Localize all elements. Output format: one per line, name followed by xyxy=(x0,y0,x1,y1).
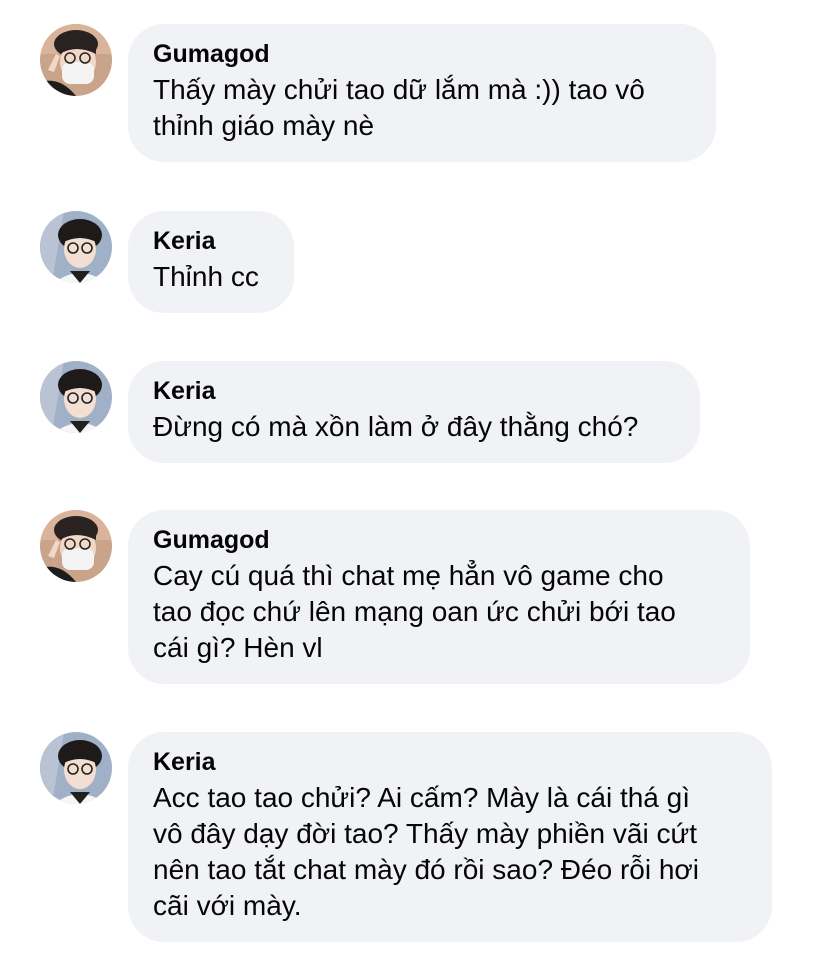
comment-bubble: Keria Đừng có mà xồn làm ở đây thằng chó… xyxy=(128,361,700,463)
comment-author[interactable]: Keria xyxy=(153,375,674,407)
comment-author[interactable]: Gumagod xyxy=(153,524,724,556)
gumagod-avatar[interactable] xyxy=(40,510,112,582)
keria-avatar[interactable] xyxy=(40,211,112,283)
comment-text: Đừng có mà xồn làm ở đây thằng chó? xyxy=(153,411,639,442)
comment-author[interactable]: Gumagod xyxy=(153,38,690,70)
comment-text: Cay cú quá thì chat mẹ hẳn vô game cho t… xyxy=(153,560,676,663)
keria-avatar[interactable] xyxy=(40,732,112,804)
comment-bubble: Gumagod Cay cú quá thì chat mẹ hẳn vô ga… xyxy=(128,510,750,684)
comment-bubble: Keria Acc tao tao chửi? Ai cấm? Mày là c… xyxy=(128,732,772,942)
comment-author[interactable]: Keria xyxy=(153,746,746,778)
comment-text: Acc tao tao chửi? Ai cấm? Mày là cái thá… xyxy=(153,782,699,921)
comment-bubble: Keria Thỉnh cc xyxy=(128,211,294,313)
comment-author[interactable]: Keria xyxy=(153,225,268,257)
comment-bubble: Gumagod Thấy mày chửi tao dữ lắm mà :)) … xyxy=(128,24,716,162)
comment-text: Thỉnh cc xyxy=(153,261,259,292)
keria-avatar[interactable] xyxy=(40,361,112,433)
gumagod-avatar[interactable] xyxy=(40,24,112,96)
comment-text: Thấy mày chửi tao dữ lắm mà :)) tao vô t… xyxy=(153,74,645,141)
